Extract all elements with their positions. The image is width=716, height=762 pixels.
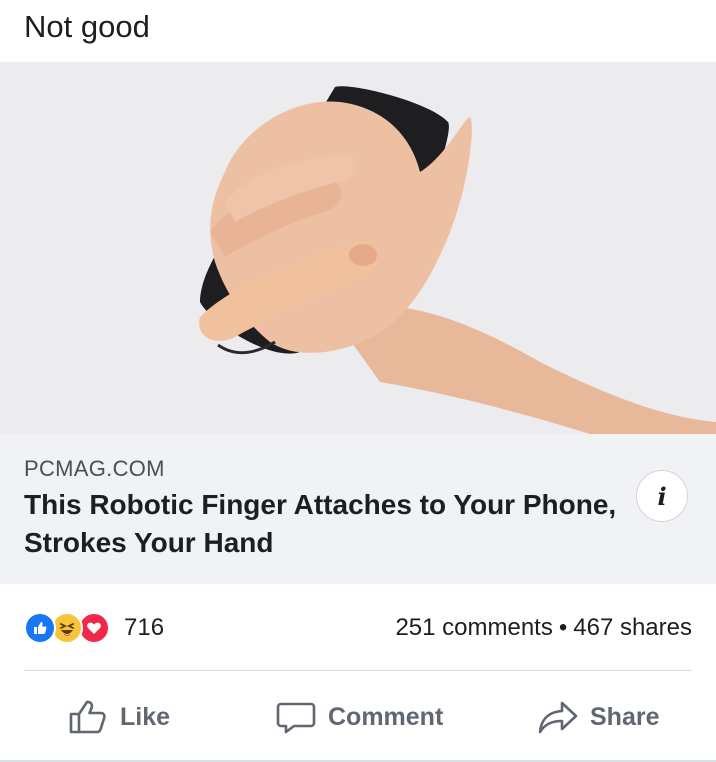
like-button[interactable]: Like <box>68 690 170 744</box>
reaction-count[interactable]: 716 <box>124 612 164 644</box>
comment-bubble-icon <box>276 702 316 734</box>
reactions-bar[interactable]: 716 251 comments • 467 shares <box>0 600 716 656</box>
separator-dot: • <box>558 614 568 641</box>
engagement-summary: 251 comments • 467 shares <box>395 612 692 644</box>
link-preview-image[interactable] <box>0 62 716 434</box>
link-preview-card[interactable]: i PCMAG.COM This Robotic Finger Attaches… <box>0 62 716 584</box>
hand-with-robotic-finger-photo <box>0 62 716 434</box>
comment-label: Comment <box>328 702 444 731</box>
link-domain: PCMAG.COM <box>24 456 165 481</box>
post-text: Not good <box>24 9 150 44</box>
share-arrow-icon <box>538 701 578 734</box>
info-icon-button[interactable]: i <box>636 470 688 522</box>
thumbs-up-icon <box>69 700 106 734</box>
link-title[interactable]: This Robotic Finger Attaches to Your Pho… <box>24 486 684 562</box>
like-label: Like <box>120 702 171 731</box>
link-meta[interactable]: PCMAG.COM This Robotic Finger Attaches t… <box>0 434 716 584</box>
action-divider <box>24 670 692 671</box>
comments-count-link[interactable]: 251 comments <box>395 614 552 641</box>
share-label: Share <box>590 702 660 731</box>
share-button[interactable]: Share <box>538 690 659 744</box>
post-actions: Like Comment Share <box>0 690 716 744</box>
shares-count-link[interactable]: 467 shares <box>573 614 692 641</box>
reaction-icons[interactable] <box>24 612 124 644</box>
like-reaction-icon <box>24 612 56 644</box>
comment-button[interactable]: Comment <box>276 690 443 744</box>
